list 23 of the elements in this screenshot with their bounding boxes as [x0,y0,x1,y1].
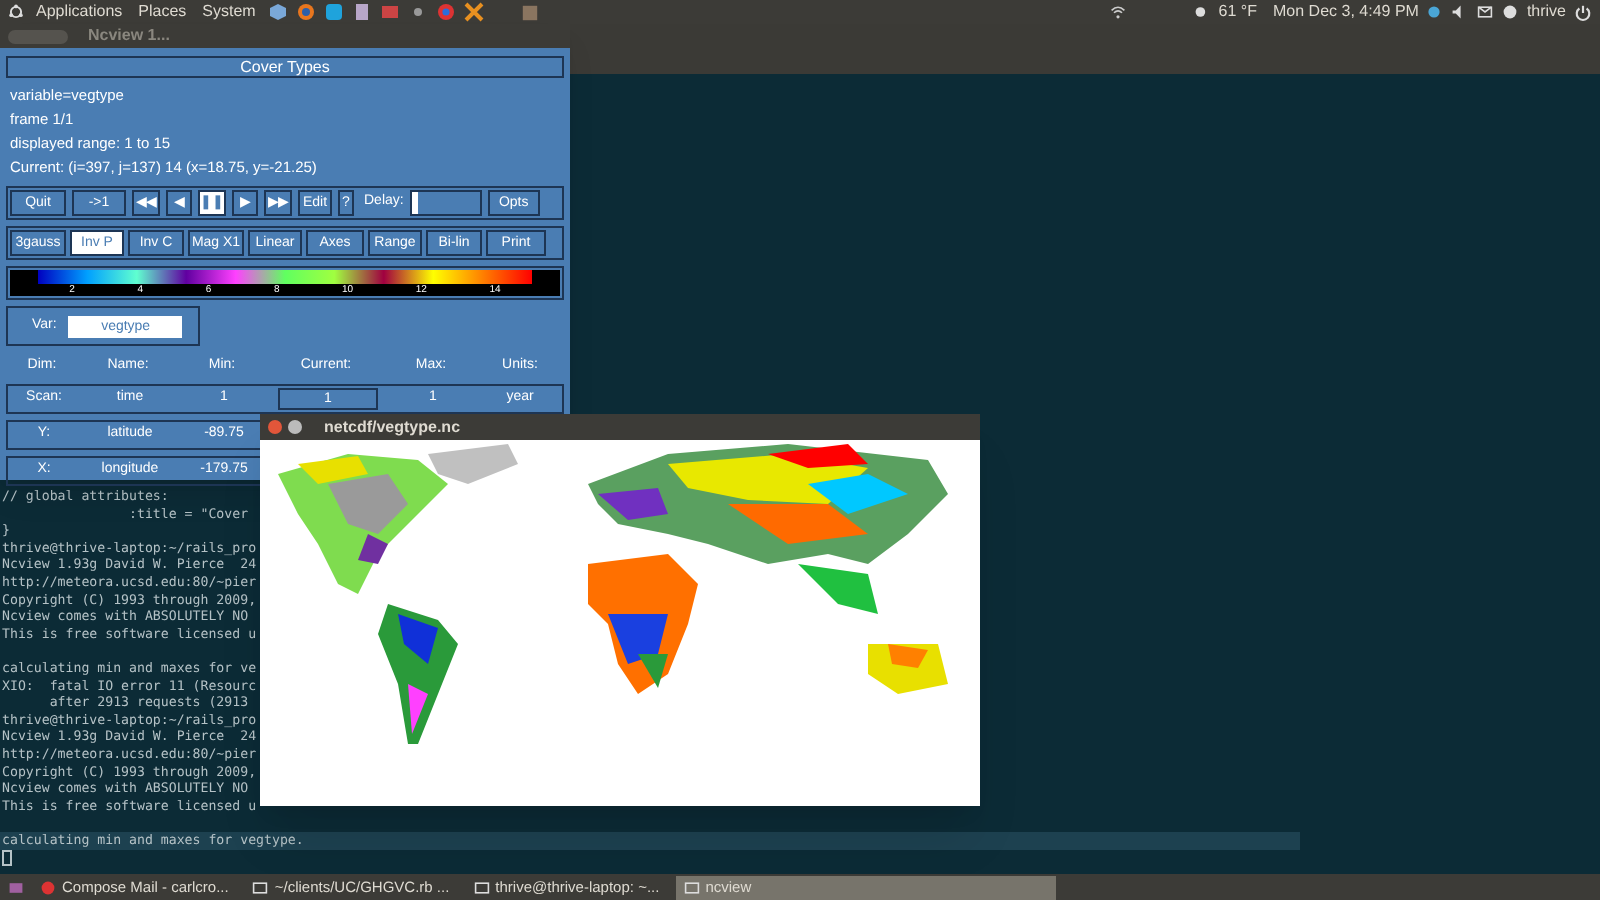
slider-thumb[interactable] [411,192,418,214]
menu-item[interactable]: Places [134,0,191,24]
window-title: Ncview 1... [88,24,170,48]
ubuntu-logo-icon[interactable] [8,4,24,20]
folder-icon[interactable] [519,3,540,21]
minimize-icon[interactable] [288,420,302,434]
tools-icon[interactable] [463,2,484,22]
browser-icon[interactable] [295,2,316,22]
mail-icon[interactable] [1476,4,1495,20]
menu-item[interactable]: System [198,0,260,24]
power-icon[interactable] [1574,3,1592,21]
temperature-text: 61 °F [1218,0,1258,24]
panel-header: Cover Types [6,56,564,78]
delay-slider[interactable] [409,190,482,216]
show-desktop-icon[interactable] [8,879,24,895]
menu-item[interactable]: Applications [32,0,127,24]
close-icon[interactable] [268,420,282,434]
window-title: netcdf/vegtype.nc [324,415,461,439]
clock-text[interactable]: Mon Dec 3, 4:49 PM [1273,0,1419,24]
user-name[interactable]: thrive [1526,0,1566,24]
window-icon [683,879,700,895]
wifi-icon[interactable] [1110,4,1127,20]
text-cursor [2,849,12,866]
